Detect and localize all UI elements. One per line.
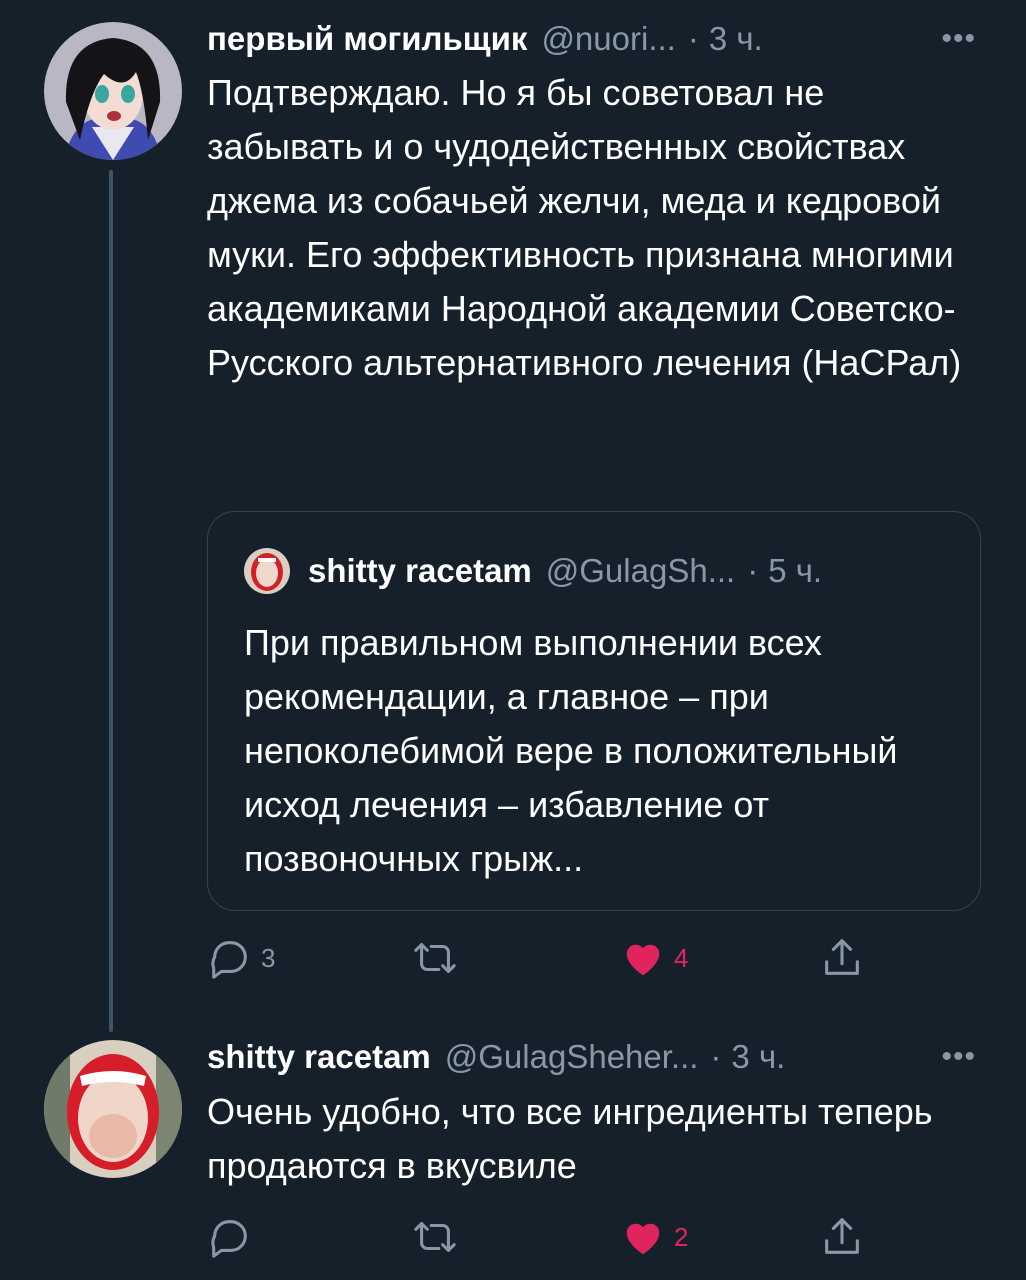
tweet1-reply-count: 3: [261, 942, 276, 973]
tweet2-like-button[interactable]: 2: [620, 1214, 688, 1260]
tweet1-retweet-button[interactable]: [412, 935, 466, 981]
quoted-separator: ·: [747, 552, 759, 589]
tweet2-like-count: 2: [674, 1221, 689, 1252]
like-heart-icon: [626, 944, 660, 976]
like-heart-icon: [626, 1223, 660, 1255]
avatar-first-mogilshchik[interactable]: [44, 22, 182, 160]
quoted-timestamp: 5 ч.: [768, 552, 823, 589]
tweet2-reply-button[interactable]: [207, 1214, 261, 1260]
share-icon: [825, 1218, 859, 1254]
tweet1-action-bar: 3 4: [207, 935, 907, 985]
tweet1-share-button[interactable]: [819, 935, 865, 981]
tweet2-separator: ·: [710, 1038, 722, 1075]
tweet2-timestamp[interactable]: 3 ч.: [731, 1038, 785, 1076]
tweet2-text: Очень удобно, что все ингредиенты теперь…: [207, 1091, 933, 1186]
tweet2-retweet-button[interactable]: [412, 1214, 466, 1260]
quoted-author-name: shitty racetam: [308, 552, 532, 589]
tweet2-action-bar: 2: [207, 1214, 907, 1264]
tweet1-author-name[interactable]: первый могильщик: [207, 20, 527, 58]
tweet1-header: первый могильщик @nuori... · 3 ч.: [207, 20, 763, 58]
tweet1-text: Подтверждаю. Но я бы советовал не забыва…: [207, 72, 962, 383]
tweet1-reply-button[interactable]: 3: [207, 935, 275, 981]
tweet2-more-icon[interactable]: •••: [941, 1040, 976, 1074]
tweet1-like-button[interactable]: 4: [620, 935, 688, 981]
share-icon: [825, 939, 859, 975]
retweet-icon: [414, 943, 456, 973]
quoted-tweet-card[interactable]: shitty racetam @GulagSh... · 5 ч. При пр…: [207, 511, 981, 911]
thread-line: [109, 170, 113, 1032]
reply-icon: [211, 1220, 247, 1258]
tweet2-author-name[interactable]: shitty racetam: [207, 1038, 431, 1076]
quoted-tweet-header: shitty racetam @GulagSh... · 5 ч.: [244, 548, 822, 594]
tweet1-more-icon[interactable]: •••: [941, 22, 976, 56]
quoted-author-handle: @GulagSh...: [545, 552, 736, 589]
tweet2-author-handle[interactable]: @GulagSheher...: [445, 1038, 699, 1076]
tweet1-like-count: 4: [674, 942, 689, 973]
retweet-icon: [414, 1222, 456, 1252]
tweet1-timestamp[interactable]: 3 ч.: [709, 20, 763, 58]
tweet1-author-handle[interactable]: @nuori...: [541, 20, 675, 58]
avatar-shitty-racetam[interactable]: [44, 1040, 182, 1178]
tweet1-separator: ·: [687, 20, 699, 57]
reply-icon: [211, 941, 247, 979]
tweet2-share-button[interactable]: [819, 1214, 865, 1260]
tweet2-header: shitty racetam @GulagSheher... · 3 ч.: [207, 1038, 785, 1076]
quoted-avatar: [244, 548, 290, 594]
quoted-tweet-text: При правильном выполнении всех рекоменда…: [244, 622, 898, 879]
